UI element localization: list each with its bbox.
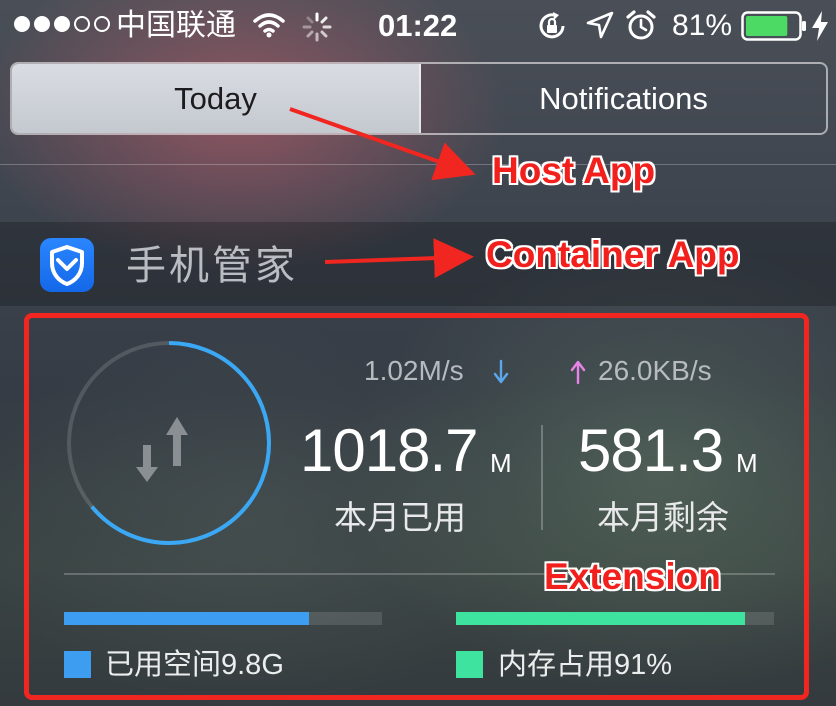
container-app-arrow bbox=[324, 238, 474, 279]
annotation-arrows bbox=[289, 107, 476, 279]
container-app-annotation: Container App bbox=[486, 234, 740, 275]
host-app-annotation: Host App bbox=[492, 150, 656, 191]
host-app-arrow bbox=[289, 107, 476, 181]
extension-annotation: Extension bbox=[544, 556, 721, 597]
